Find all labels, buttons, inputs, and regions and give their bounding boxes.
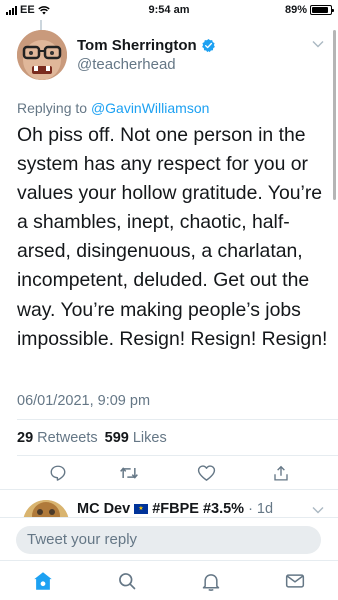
tab-home[interactable] xyxy=(31,569,55,593)
verified-badge-icon xyxy=(201,38,215,53)
replying-to-line: Replying to @GavinWilliamson xyxy=(17,100,209,116)
retweet-button[interactable] xyxy=(119,463,139,483)
author-name: Tom Sherrington xyxy=(77,37,197,54)
tab-notifications[interactable] xyxy=(199,569,223,593)
battery-percent: 89% xyxy=(284,4,307,16)
avatar-image xyxy=(17,30,67,80)
divider xyxy=(0,489,338,490)
likes-label: Likes xyxy=(132,430,167,446)
chevron-down-icon[interactable] xyxy=(312,40,324,48)
eu-flag-icon xyxy=(134,504,149,514)
retweets-count: 29 xyxy=(17,430,34,446)
like-button[interactable] xyxy=(196,463,216,483)
author-avatar[interactable] xyxy=(17,30,67,80)
battery-fill xyxy=(312,7,329,13)
reply-icon xyxy=(50,465,66,481)
chevron-down-icon[interactable] xyxy=(312,506,324,514)
tweet-text: Oh piss off. Not one person in the syste… xyxy=(17,124,328,350)
share-button[interactable] xyxy=(271,463,291,483)
tweet-timestamp: 06/01/2021, 9:09 pm xyxy=(17,393,151,409)
tweet-actions xyxy=(0,463,338,485)
divider xyxy=(17,455,338,456)
next-tweet-hashtags: #FBPE #3.5% xyxy=(152,501,245,517)
likes-stat[interactable]: 599 Likes xyxy=(105,430,167,446)
status-right: 89% xyxy=(284,4,334,16)
tweet-stats: 29 Retweets 599 Likes xyxy=(17,430,167,446)
home-icon xyxy=(34,572,52,590)
battery-icon xyxy=(310,5,334,15)
tab-messages[interactable] xyxy=(283,569,307,593)
likes-count: 599 xyxy=(104,430,129,446)
reply-button[interactable] xyxy=(48,463,68,483)
author-name-row[interactable]: Tom Sherrington xyxy=(77,37,216,54)
thread-connector-line xyxy=(40,20,42,30)
share-icon xyxy=(274,465,288,481)
next-tweet-header: MC Dev #FBPE #3.5% · 1d xyxy=(77,501,273,517)
replying-to-mention-link[interactable]: @GavinWilliamson xyxy=(91,100,209,116)
status-bar: EE 9:54 am 89% xyxy=(0,0,338,20)
messages-icon xyxy=(285,574,305,588)
heart-icon xyxy=(197,465,215,481)
compose-reply-bar xyxy=(0,517,338,560)
next-tweet-separator: · xyxy=(248,501,253,517)
search-icon xyxy=(119,573,136,590)
next-tweet-author: MC Dev xyxy=(77,501,131,517)
author-handle[interactable]: @teacherhead xyxy=(77,56,176,73)
scrollbar[interactable] xyxy=(333,30,336,200)
retweet-icon xyxy=(120,467,138,479)
divider xyxy=(17,419,338,420)
retweets-label: Retweets xyxy=(37,430,98,446)
tab-search[interactable] xyxy=(115,569,139,593)
replying-to-prefix: Replying to xyxy=(17,100,91,116)
retweets-stat[interactable]: 29 Retweets xyxy=(17,430,98,446)
next-tweet-age: 1d xyxy=(256,501,274,517)
bottom-tab-bar xyxy=(0,560,338,600)
notifications-icon xyxy=(202,573,220,591)
reply-input[interactable] xyxy=(16,526,321,554)
